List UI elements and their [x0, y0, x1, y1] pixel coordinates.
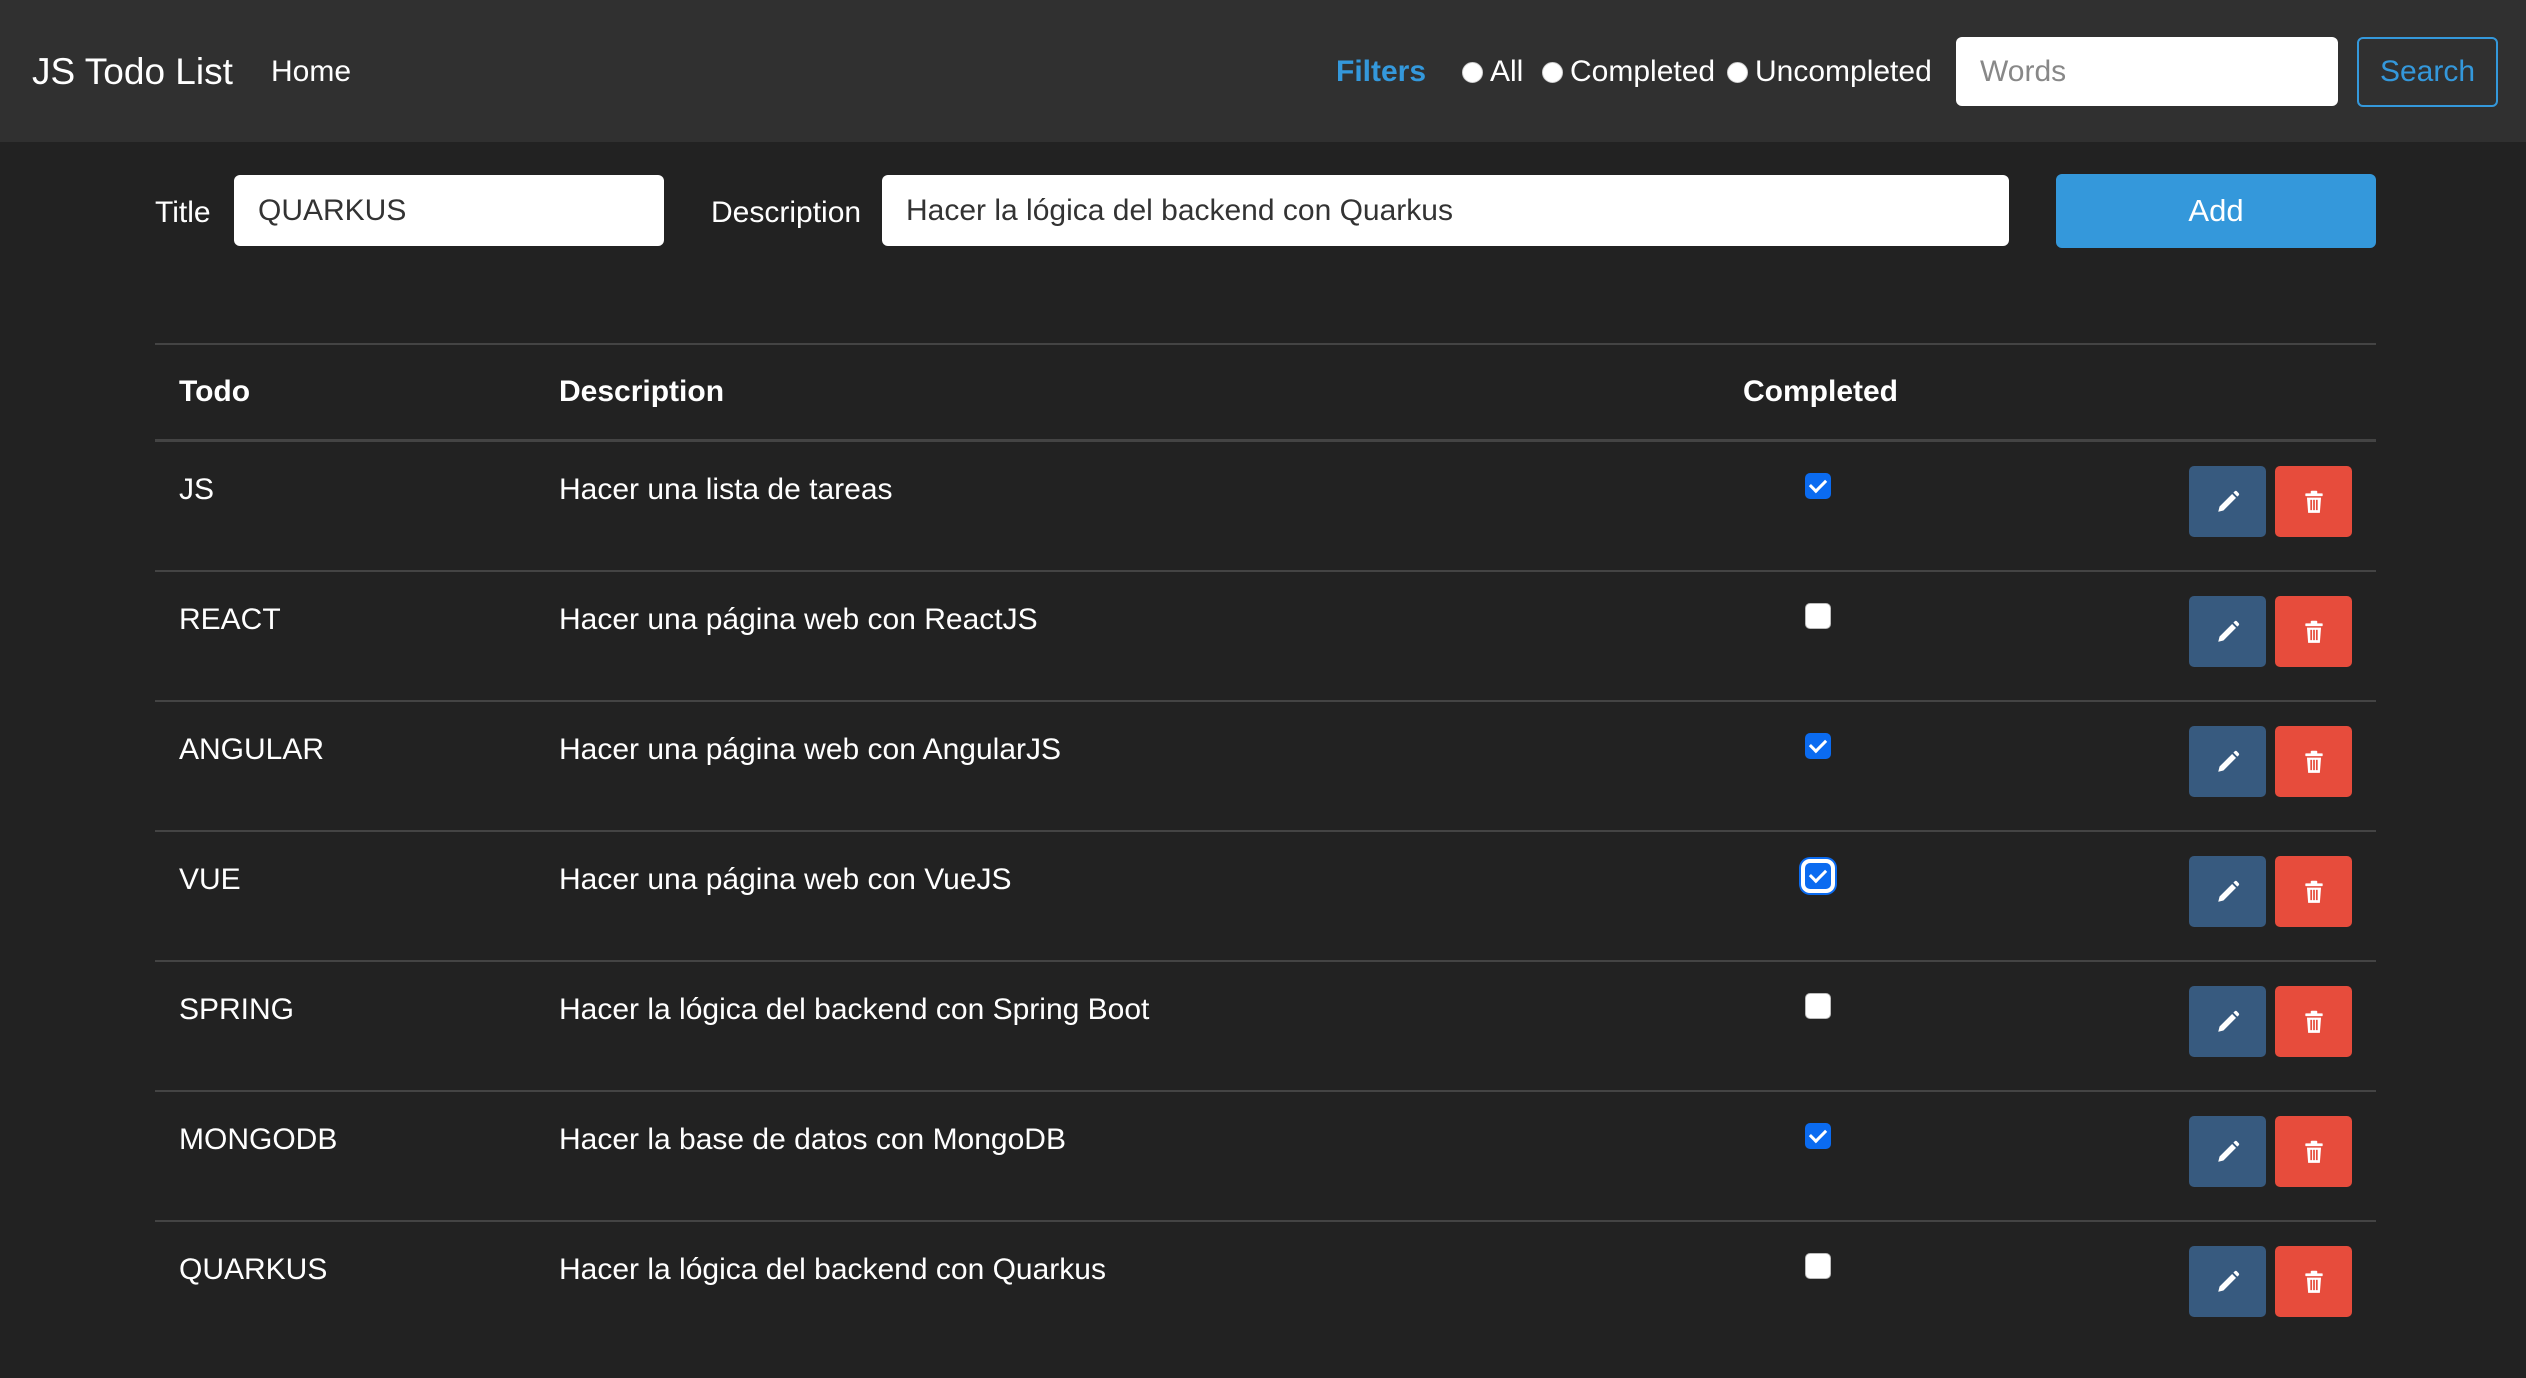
delete-button[interactable]: [2275, 856, 2352, 927]
todo-title-cell: SPRING: [179, 993, 295, 1026]
filter-label-all: All: [1490, 55, 1524, 88]
completed-checkbox[interactable]: [1805, 1253, 1831, 1279]
table-header: Todo Description Completed: [155, 345, 2376, 442]
trash-icon: [2304, 620, 2323, 643]
edit-button[interactable]: [2189, 856, 2266, 927]
pencil-icon: [2217, 880, 2239, 902]
pencil-icon: [2217, 1010, 2239, 1032]
todo-title-cell: MONGODB: [179, 1123, 338, 1156]
pencil-icon: [2217, 750, 2239, 772]
pencil-icon: [2217, 1270, 2239, 1292]
search-button[interactable]: Search: [2357, 37, 2498, 107]
description-input[interactable]: [882, 175, 2009, 246]
table-row: QUARKUS Hacer la lógica del backend con …: [155, 1222, 2376, 1350]
trash-icon: [2304, 750, 2323, 773]
trash-icon: [2304, 1270, 2323, 1293]
title-label: Title: [155, 196, 211, 229]
pencil-icon: [2217, 490, 2239, 512]
edit-button[interactable]: [2189, 466, 2266, 537]
edit-button[interactable]: [2189, 726, 2266, 797]
todo-description-cell: Hacer una página web con ReactJS: [559, 603, 1038, 636]
todo-table: Todo Description Completed JS Hacer una …: [155, 343, 2376, 1350]
header-description: Description: [559, 375, 725, 408]
todo-description-cell: Hacer la lógica del backend con Quarkus: [559, 1253, 1106, 1286]
completed-checkbox[interactable]: [1805, 993, 1831, 1019]
delete-button[interactable]: [2275, 596, 2352, 667]
title-input[interactable]: [234, 175, 664, 246]
trash-icon: [2304, 1140, 2323, 1163]
todo-title-cell: JS: [179, 473, 215, 506]
edit-button[interactable]: [2189, 1246, 2266, 1317]
todo-description-cell: Hacer una página web con VueJS: [559, 863, 1012, 896]
table-row: REACT Hacer una página web con ReactJS: [155, 572, 2376, 702]
filter-radio-all[interactable]: [1462, 61, 1483, 83]
todo-description-cell: Hacer la lógica del backend con Spring B…: [559, 993, 1150, 1026]
search-input[interactable]: [1956, 37, 2338, 106]
filter-option-uncompleted[interactable]: Uncompleted: [1727, 44, 1932, 100]
completed-checkbox[interactable]: [1805, 863, 1831, 889]
filters-label: Filters: [1336, 55, 1427, 88]
completed-checkbox[interactable]: [1805, 603, 1831, 629]
table-row: VUE Hacer una página web con VueJS: [155, 832, 2376, 962]
filter-radio-completed[interactable]: [1542, 61, 1563, 83]
header-todo: Todo: [179, 375, 251, 408]
edit-button[interactable]: [2189, 1116, 2266, 1187]
edit-button[interactable]: [2189, 596, 2266, 667]
delete-button[interactable]: [2275, 1246, 2352, 1317]
todo-title-cell: REACT: [179, 603, 281, 636]
todo-title-cell: QUARKUS: [179, 1253, 328, 1286]
description-label: Description: [711, 196, 862, 229]
todo-description-cell: Hacer la base de datos con MongoDB: [559, 1123, 1066, 1156]
edit-button[interactable]: [2189, 986, 2266, 1057]
todo-description-cell: Hacer una página web con AngularJS: [559, 733, 1062, 766]
table-body: JS Hacer una lista de tareas REACT Hacer…: [155, 442, 2376, 1350]
filter-option-completed[interactable]: Completed: [1542, 44, 1715, 100]
trash-icon: [2304, 490, 2323, 513]
navbar: JS Todo List Home Filters All Completed …: [0, 0, 2526, 142]
todo-title-cell: ANGULAR: [179, 733, 325, 766]
header-completed: Completed: [1743, 375, 1899, 408]
table-row: SPRING Hacer la lógica del backend con S…: [155, 962, 2376, 1092]
todo-title-cell: VUE: [179, 863, 241, 896]
delete-button[interactable]: [2275, 986, 2352, 1057]
pencil-icon: [2217, 620, 2239, 642]
filter-radio-uncompleted[interactable]: [1727, 61, 1748, 83]
add-button[interactable]: Add: [2056, 174, 2376, 248]
delete-button[interactable]: [2275, 726, 2352, 797]
table-row: JS Hacer una lista de tareas: [155, 442, 2376, 572]
table-row: ANGULAR Hacer una página web con Angular…: [155, 702, 2376, 832]
delete-button[interactable]: [2275, 1116, 2352, 1187]
pencil-icon: [2217, 1140, 2239, 1162]
table-row: MONGODB Hacer la base de datos con Mongo…: [155, 1092, 2376, 1222]
todo-description-cell: Hacer una lista de tareas: [559, 473, 893, 506]
completed-checkbox[interactable]: [1805, 733, 1831, 759]
completed-checkbox[interactable]: [1805, 473, 1831, 499]
filter-label-uncompleted: Uncompleted: [1755, 55, 1932, 88]
filter-label-completed: Completed: [1570, 55, 1716, 88]
filter-option-all[interactable]: All: [1462, 44, 1523, 100]
completed-checkbox[interactable]: [1805, 1123, 1831, 1149]
app-brand[interactable]: JS Todo List: [32, 44, 233, 100]
nav-home-link[interactable]: Home: [271, 44, 351, 100]
trash-icon: [2304, 1010, 2323, 1033]
delete-button[interactable]: [2275, 466, 2352, 537]
trash-icon: [2304, 880, 2323, 903]
